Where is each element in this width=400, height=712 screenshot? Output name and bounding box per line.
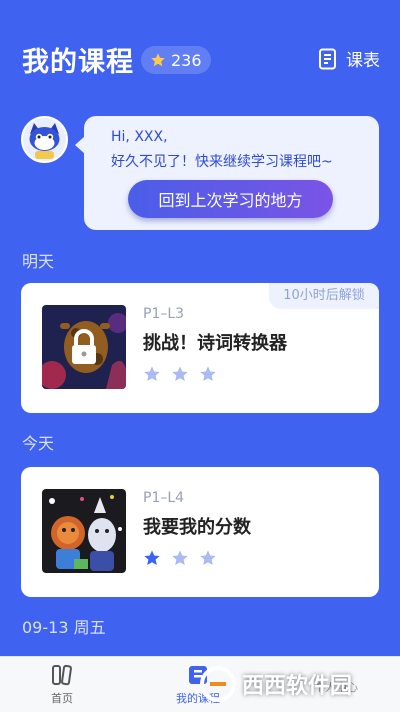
mascot-avatar-icon [21, 116, 68, 163]
greeting-name: Hi, XXX, [111, 129, 168, 145]
star-empty-icon [200, 366, 216, 381]
unlock-time-tag: 10小时后解锁 [269, 283, 379, 309]
course-thumbnail [42, 305, 126, 389]
avatar[interactable] [21, 116, 68, 163]
star-count-badge[interactable]: 236 [141, 46, 211, 74]
course-title: 我要我的分数 [143, 517, 251, 538]
watermark-text: 西西软件园 [242, 674, 353, 699]
page-title: 我的课程 [22, 47, 134, 78]
watermark: 西西软件园 [200, 664, 400, 704]
star-empty-icon [172, 550, 188, 565]
course-thumbnail [42, 489, 126, 573]
home-book-icon [52, 664, 72, 686]
greeting-card: Hi, XXX, 好久不见了！快来继续学习课程吧~ 回到上次学习的地方 [75, 116, 379, 230]
course-stars [143, 365, 217, 383]
resume-learning-button[interactable]: 回到上次学习的地方 [128, 180, 333, 218]
section-label-tomorrow: 明天 [22, 252, 55, 271]
course-stars [143, 549, 217, 567]
course-code: P1–L3 [143, 306, 185, 322]
course-title: 挑战！诗词转换器 [143, 333, 287, 354]
star-icon [151, 53, 165, 67]
course-card-locked[interactable]: 10小时后解锁 P1–L3 挑战！诗词转换器 [21, 283, 379, 413]
greeting-message: 好久不见了！快来继续学习课程吧~ [111, 154, 333, 170]
nav-label-home: 首页 [51, 692, 73, 705]
course-card-today[interactable]: P1–L4 我要我的分数 [21, 467, 379, 597]
watermark-logo-icon [200, 666, 236, 702]
star-empty-icon [200, 550, 216, 565]
star-count: 236 [171, 50, 202, 70]
course-code: P1–L4 [143, 490, 185, 506]
schedule-icon [319, 48, 336, 69]
star-filled-icon [144, 550, 160, 565]
star-empty-icon [144, 366, 160, 381]
nav-item-home[interactable]: 首页 [50, 663, 74, 706]
giraffe-lock-thumbnail-icon [42, 305, 126, 389]
animals-thumbnail-icon [42, 489, 126, 573]
schedule-button[interactable]: 课表 [318, 46, 380, 71]
star-empty-icon [172, 366, 188, 381]
section-label-today: 今天 [22, 434, 55, 453]
schedule-label: 课表 [346, 51, 380, 71]
header: 我的课程 236 课表 [0, 0, 400, 110]
section-label-date: 09-13 周五 [22, 618, 106, 637]
